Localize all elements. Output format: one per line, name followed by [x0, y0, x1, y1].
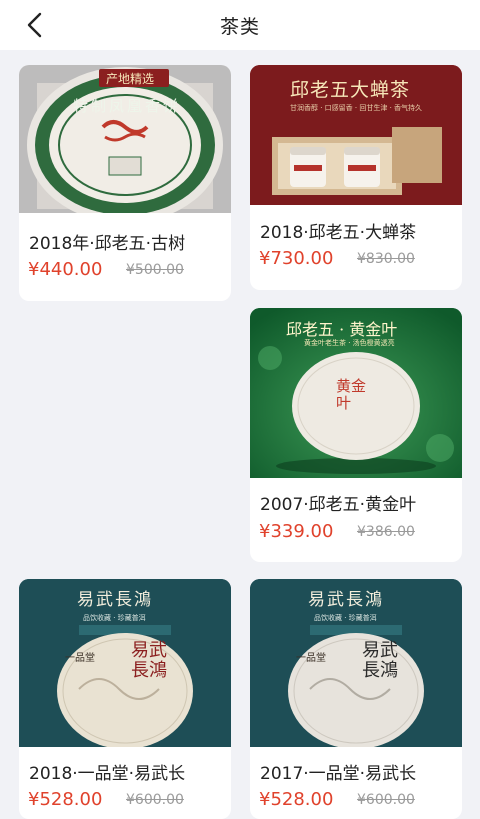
product-original-price: ¥500.00 [126, 262, 184, 278]
page-title: 茶类 [219, 15, 260, 38]
image-cake-text: 黄金叶 [336, 377, 367, 412]
image-cake-text: 易武長鴻 [362, 640, 398, 681]
image-brand: 一品堂 [65, 653, 95, 664]
image-cake-text: 易武長鴻 [131, 640, 167, 681]
product-card-3[interactable]: 邱老五 · 黄金叶 黄金叶老生茶 · 汤色橙黄透亮 黄金叶 2007·邱老五·黄… [250, 308, 462, 562]
product-name: 2018年·邱老五·古树 [29, 234, 186, 254]
chevron-left-icon [27, 12, 42, 38]
product-image: 邱老五大蝉茶 甘润香醇 · 口感留香 · 回甘生津 · 香气持久 [250, 65, 462, 205]
product-original-price: ¥600.00 [357, 792, 415, 808]
product-price: ¥440.00 [28, 259, 103, 280]
product-original-price: ¥386.00 [357, 524, 415, 540]
product-original-price: ¥830.00 [357, 251, 415, 267]
app-header: 茶类 [0, 0, 480, 50]
image-subtitle: 黄金叶老生茶 · 汤色橙黄透亮 [304, 339, 395, 347]
product-price: ¥730.00 [259, 248, 334, 269]
product-image: 产地精选 特制凤凰香饼 [19, 65, 231, 223]
product-card-2[interactable]: 邱老五大蝉茶 甘润香醇 · 口感留香 · 回甘生津 · 香气持久 2018·邱老… [250, 65, 462, 290]
product-price: ¥339.00 [259, 521, 334, 542]
product-name: 2018·一品堂·易武长 [29, 764, 186, 784]
product-name: 2018·邱老五·大蝉茶 [260, 223, 417, 243]
image-banner: 易武長鴻 [308, 590, 384, 610]
product-name: 2017·一品堂·易武长 [260, 764, 417, 784]
product-image: 易武長鴻 品饮收藏 · 珍藏普洱 一品堂 易武長鴻 [250, 579, 462, 749]
image-subtitle: 品饮收藏 · 珍藏普洱 [314, 614, 377, 622]
product-card-4[interactable]: 易武長鴻 品饮收藏 · 珍藏普洱 一品堂 易武長鴻 2018·一品堂·易武长 ¥… [19, 579, 231, 819]
product-original-price: ¥600.00 [126, 792, 184, 808]
image-ring-text: 特制凤凰香饼 [73, 97, 182, 115]
product-name: 2007·邱老五·黄金叶 [260, 495, 417, 515]
image-banner: 邱老五 · 黄金叶 [286, 320, 398, 339]
product-card-5[interactable]: 易武長鴻 品饮收藏 · 珍藏普洱 一品堂 易武長鴻 2017·一品堂·易武长 ¥… [250, 579, 462, 819]
image-tag: 产地精选 [106, 72, 155, 86]
image-brand: 一品堂 [296, 653, 326, 664]
image-banner: 易武長鴻 [77, 590, 153, 610]
image-subtitle: 甘润香醇 · 口感留香 · 回甘生津 · 香气持久 [290, 104, 423, 112]
back-button[interactable] [20, 10, 50, 40]
product-card-1[interactable]: 产地精选 特制凤凰香饼 2018年·邱老五·古树 ¥440.00 ¥500.00 [19, 65, 231, 301]
image-subtitle: 品饮收藏 · 珍藏普洱 [83, 614, 146, 622]
product-image: 邱老五 · 黄金叶 黄金叶老生茶 · 汤色橙黄透亮 黄金叶 [250, 308, 462, 478]
product-image: 易武長鴻 品饮收藏 · 珍藏普洱 一品堂 易武長鴻 [19, 579, 231, 749]
image-banner: 邱老五大蝉茶 [290, 79, 411, 101]
